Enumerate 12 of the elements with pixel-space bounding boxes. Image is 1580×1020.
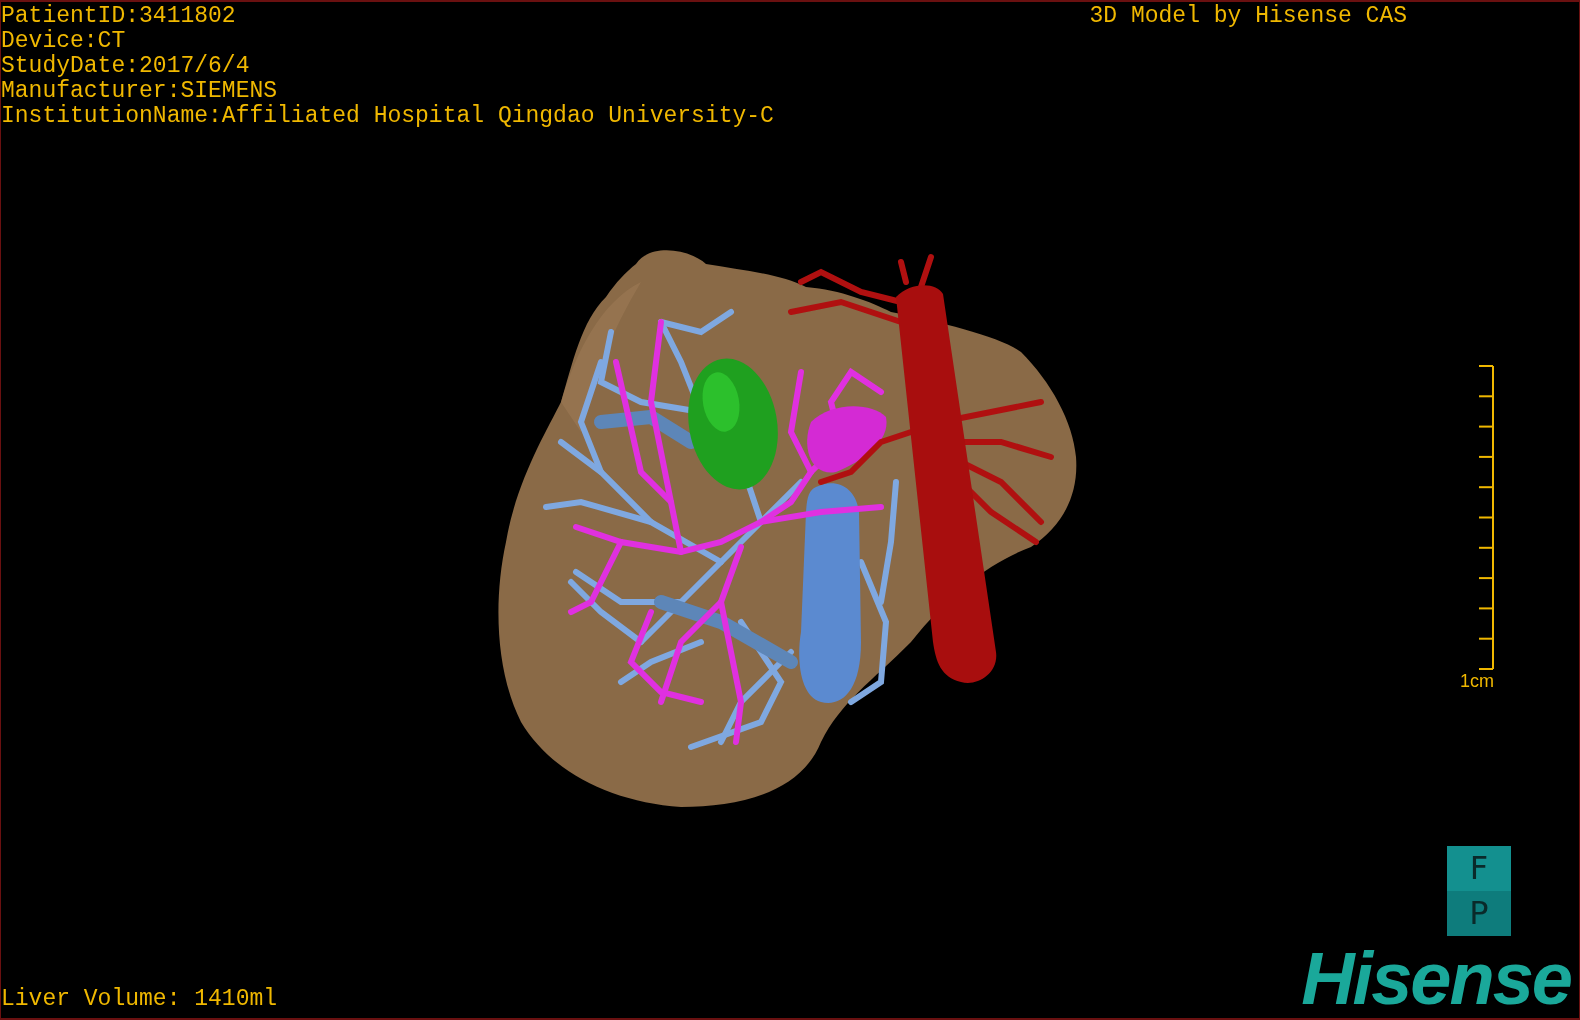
liver-volume: Liver Volume: 1410ml (1, 987, 278, 1012)
logo: Hisense (1301, 948, 1571, 1010)
study-info-line: Device:CT (1, 29, 127, 54)
study-info-line: StudyDate:2017/6/4 (1, 54, 251, 79)
study-info-line: InstitutionName:Affiliated Hospital Qingdao University-C (1, 104, 774, 129)
orientation-face: P (1447, 891, 1511, 936)
study-info-line: PatientID:3411802 (1, 4, 237, 29)
study-info-line: Manufacturer:SIEMENS (1, 79, 279, 104)
orientation-face: F (1447, 846, 1511, 891)
viewer-title: 3D Model by Hisense CAS (1089, 4, 1407, 31)
orientation-cube[interactable]: F P (1447, 846, 1511, 936)
scale-label: 1cm (1460, 671, 1494, 691)
